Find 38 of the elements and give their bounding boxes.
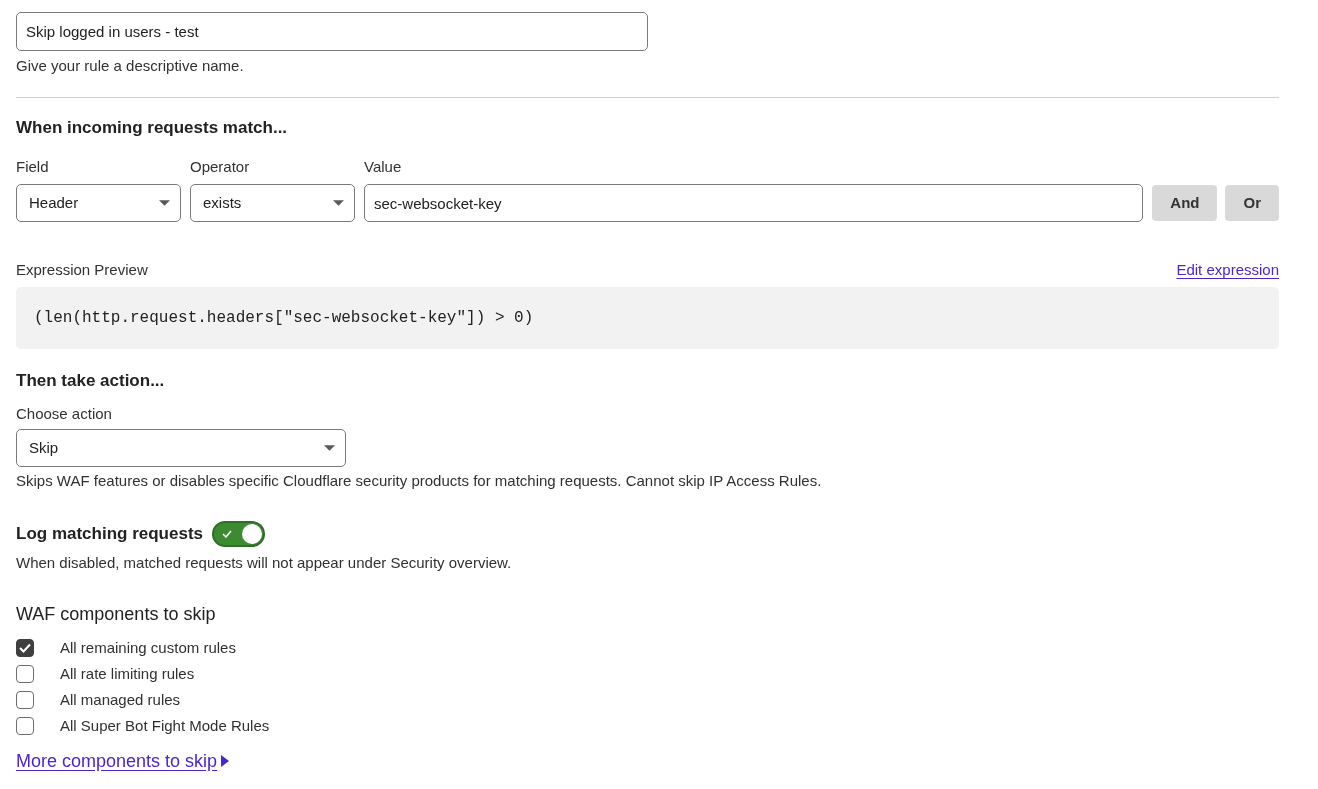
section-heading: When incoming requests match...: [16, 117, 288, 139]
checkbox-label: All managed rules: [60, 690, 181, 710]
section-heading: WAF components to skip: [16, 603, 216, 626]
checkbox[interactable]: [16, 639, 34, 657]
log-toggle[interactable]: [212, 521, 266, 547]
dropdown[interactable]: Skip: [16, 429, 346, 467]
edit-expression-link[interactable]: Edit expression: [1176, 260, 1279, 280]
more-components-link[interactable]: More components to skip: [16, 748, 218, 774]
caret-icon: [333, 200, 344, 206]
toggle-label: Log matching requests: [16, 523, 204, 545]
caret-icon: [324, 445, 335, 451]
checkbox[interactable]: [16, 717, 34, 735]
dropdown[interactable]: exists: [190, 184, 355, 222]
input-field[interactable]: sec-websocket-key: [364, 184, 1144, 222]
logic-button[interactable]: And: [1152, 185, 1218, 221]
checkbox-label: All remaining custom rules: [60, 638, 236, 658]
expression-code: (len(http.request.headers["sec-websocket-key"]) > 0): [34, 308, 534, 329]
input-field[interactable]: Skip logged in users - test: [16, 12, 648, 51]
toggle-knob: [242, 524, 263, 544]
field-label: Choose action: [16, 404, 112, 424]
field-label: Value: [364, 157, 402, 177]
checkbox-label: All Super Bot Fight Mode Rules: [60, 716, 270, 736]
checkbox[interactable]: [16, 665, 34, 683]
caret-right-icon[interactable]: [221, 755, 230, 767]
section-heading: Then take action...: [16, 370, 165, 392]
field-label: Field: [16, 157, 49, 177]
caret-icon: [159, 200, 170, 206]
field-label: Operator: [190, 157, 250, 177]
logic-button[interactable]: Or: [1225, 185, 1279, 221]
help-text: Give your rule a descriptive name.: [16, 56, 244, 76]
dropdown[interactable]: Header: [16, 184, 181, 222]
help-text: When disabled, matched requests will not appear under Security overview.: [16, 553, 512, 573]
checkbox-label: All rate limiting rules: [60, 664, 195, 684]
check-icon: [222, 530, 233, 538]
checkbox[interactable]: [16, 691, 34, 709]
check-icon: [19, 643, 31, 653]
field-label: Expression Preview: [16, 260, 148, 280]
help-text: Skips WAF features or disables specific Cloudflare security products for matching requests. Cannot skip IP Access Rules.: [16, 471, 822, 491]
